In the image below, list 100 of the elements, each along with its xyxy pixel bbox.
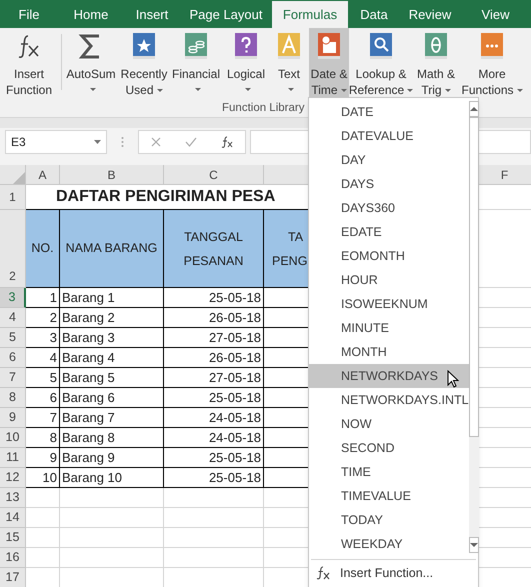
menu-item[interactable]: DAYS — [309, 172, 469, 196]
row-header[interactable]: 10 — [0, 428, 26, 448]
ribbon-tab[interactable]: Formulas — [272, 1, 348, 28]
menu-item[interactable]: DAY — [309, 148, 469, 172]
star-book-icon — [132, 32, 156, 60]
column-header[interactable]: C — [164, 165, 264, 185]
table-cell: 5 — [26, 368, 60, 388]
table-cell: 8 — [26, 428, 60, 448]
scroll-up-button[interactable] — [468, 101, 479, 117]
table-cell: 25-05-18 — [164, 288, 264, 308]
table-cell: 27-05-18 — [164, 368, 264, 388]
row-header[interactable]: 1 — [0, 185, 26, 210]
select-all-corner[interactable] — [0, 165, 26, 185]
row-header[interactable]: 5 — [0, 328, 26, 348]
menu-item[interactable]: NETWORKDAYS — [309, 364, 469, 388]
table-cell: 25-05-18 — [164, 468, 264, 488]
ribbon-button[interactable]: AutoSum — [65, 28, 117, 98]
ribbon-button[interactable]: Date & Time — [309, 28, 349, 98]
scroll-thumb[interactable] — [468, 117, 479, 437]
ribbon-button[interactable]: Recently Used — [119, 28, 169, 98]
table-cell: 24-05-18 — [164, 428, 264, 448]
table-cell: 25-05-18 — [164, 388, 264, 408]
ribbon-button[interactable]: Math & Trig — [413, 28, 459, 98]
table-cell: Barang 4 — [60, 348, 164, 368]
ribbon-button[interactable]: Insert Function — [0, 28, 58, 98]
scroll-down-button[interactable] — [468, 537, 479, 553]
table-cell: 7 — [26, 408, 60, 428]
row-header[interactable]: 16 — [0, 548, 26, 568]
magnifier-book-icon — [369, 32, 393, 60]
name-box[interactable]: E3 — [5, 130, 107, 154]
ribbon-tab[interactable]: File — [0, 1, 58, 28]
scrollbar[interactable] — [468, 101, 479, 553]
menu-item[interactable]: DATEVALUE — [309, 124, 469, 148]
header-cell: TANGGAL PESANAN — [164, 210, 264, 288]
menu-item[interactable]: NETWORKDAYS.INTL — [309, 388, 469, 412]
column-header[interactable]: A — [26, 165, 60, 185]
group-label: Function Library — [222, 101, 304, 116]
table-cell: Barang 6 — [60, 388, 164, 408]
menu-item[interactable]: MONTH — [309, 340, 469, 364]
row-header[interactable]: 11 — [0, 448, 26, 468]
row-header[interactable]: 3 — [0, 288, 26, 308]
table-cell: 2 — [26, 308, 60, 328]
table-cell: 10 — [26, 468, 60, 488]
table-cell: 1 — [26, 288, 60, 308]
row-header[interactable]: 15 — [0, 528, 26, 548]
menu-item[interactable]: SECOND — [309, 436, 469, 460]
function-icon[interactable] — [221, 136, 233, 148]
row-header[interactable]: 13 — [0, 488, 26, 508]
triangle-icon — [13, 172, 25, 184]
caret-icon — [94, 140, 101, 144]
insert-function-item[interactable]: Insert Function... — [309, 560, 478, 586]
table-cell: Barang 2 — [60, 308, 164, 328]
grip-icon — [121, 136, 124, 148]
menu-item[interactable]: TIME — [309, 460, 469, 484]
table-cell: 26-05-18 — [164, 308, 264, 328]
menu-item[interactable]: TIMEVALUE — [309, 484, 469, 508]
theta-book-icon — [424, 32, 448, 60]
ribbon-button[interactable]: Logical — [223, 28, 269, 98]
header-cell: NO. — [26, 210, 60, 288]
table-cell: 26-05-18 — [164, 348, 264, 368]
ribbon-button[interactable]: More Functions — [461, 28, 523, 98]
table-cell: Barang 5 — [60, 368, 164, 388]
table-cell: 4 — [26, 348, 60, 368]
menu-item[interactable]: TODAY — [309, 508, 469, 532]
ribbon-tab[interactable]: View — [460, 1, 531, 28]
menu-item[interactable]: NOW — [309, 412, 469, 436]
row-header[interactable]: 12 — [0, 468, 26, 488]
row-header[interactable]: 17 — [0, 568, 26, 587]
table-cell: Barang 1 — [60, 288, 164, 308]
ribbon-button[interactable]: Text — [271, 28, 307, 98]
table-cell: Barang 7 — [60, 408, 164, 428]
row-header[interactable]: 4 — [0, 308, 26, 328]
table-cell: 3 — [26, 328, 60, 348]
menu-item[interactable]: MINUTE — [309, 316, 469, 340]
row-header[interactable]: 2 — [0, 210, 26, 288]
menu-item[interactable]: DATE — [309, 100, 469, 124]
question-book-icon — [234, 32, 258, 60]
ribbon-tab[interactable]: Data — [348, 1, 400, 28]
check-icon[interactable] — [185, 137, 197, 147]
menu-item[interactable]: ISOWEEKNUM — [309, 292, 469, 316]
letter-book-icon — [277, 32, 301, 60]
row-header[interactable]: 9 — [0, 408, 26, 428]
row-header[interactable]: 6 — [0, 348, 26, 368]
ribbon-tab[interactable]: Insert — [124, 1, 180, 28]
calendar-book-icon — [317, 32, 341, 60]
coins-book-icon — [184, 32, 208, 60]
table-cell: Barang 8 — [60, 428, 164, 448]
cancel-icon[interactable] — [151, 137, 161, 147]
ribbon-button[interactable]: Financial — [171, 28, 221, 98]
column-header[interactable]: F — [478, 165, 531, 185]
ribbon-tab[interactable]: Page Layout — [180, 1, 272, 28]
menu-item[interactable]: WEEKDAY — [309, 532, 469, 556]
row-header[interactable]: 8 — [0, 388, 26, 408]
ribbon-tab[interactable]: Review — [400, 1, 460, 28]
sheet-title: DAFTAR PENGIRIMAN PESA — [56, 187, 276, 207]
ribbon-tab[interactable]: Home — [58, 1, 124, 28]
ribbon-button[interactable]: Lookup & Reference — [351, 28, 411, 98]
row-header[interactable]: 14 — [0, 508, 26, 528]
row-header[interactable]: 7 — [0, 368, 26, 388]
column-header[interactable]: B — [60, 165, 164, 185]
